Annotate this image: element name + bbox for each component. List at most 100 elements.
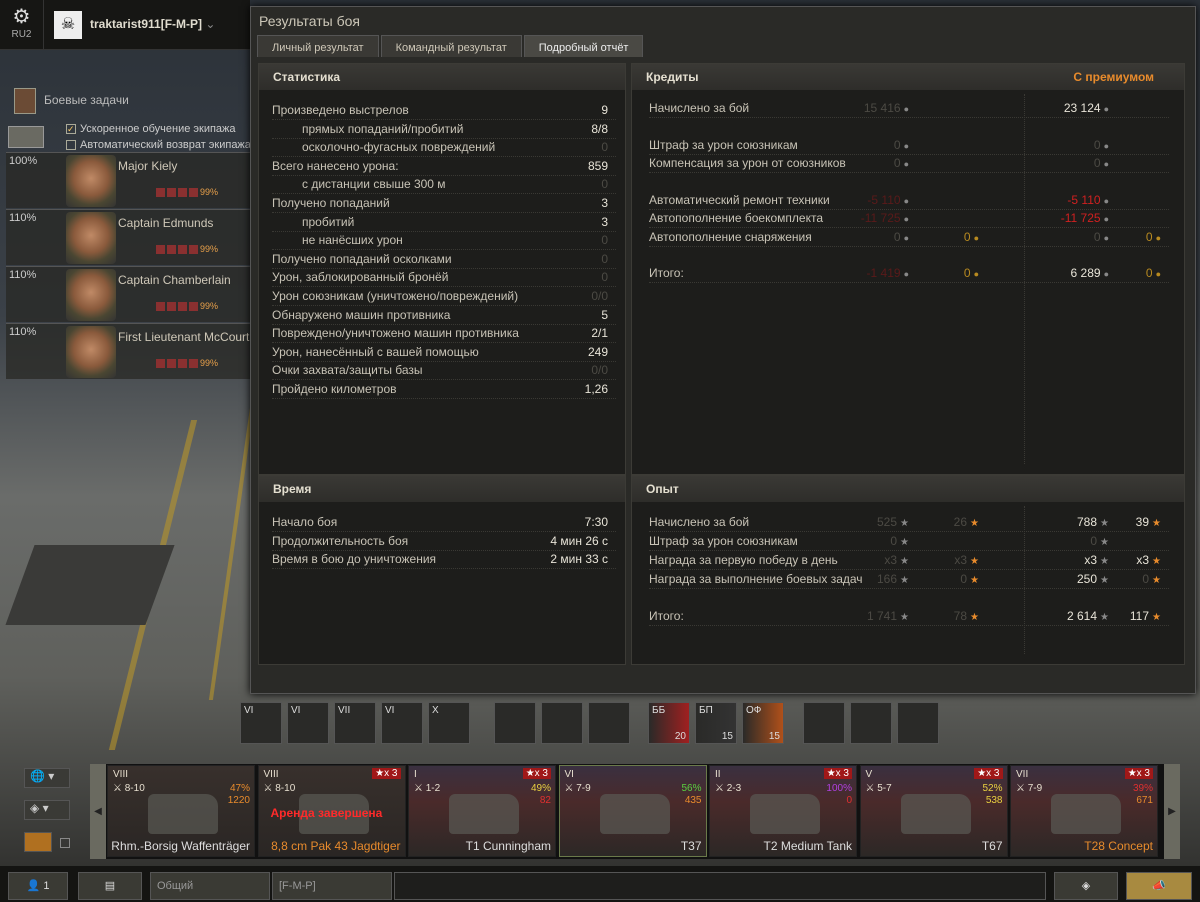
premium-label: С премиумом <box>1073 70 1154 84</box>
battle-levels: ⚔ 1-2 <box>414 783 440 794</box>
filter-checkbox[interactable] <box>60 838 70 848</box>
base-credits-value: -5 110 <box>867 192 901 207</box>
xp-star-icon: ★ <box>900 537 909 548</box>
xp-star-icon: ★ <box>1100 575 1109 586</box>
tank-battles: 1220 <box>227 795 250 806</box>
tier-filter[interactable] <box>24 832 52 852</box>
consumable-slot[interactable] <box>803 702 845 744</box>
carousel-left-arrow[interactable]: ◀ <box>90 764 106 859</box>
battle-levels: ⚔ 2-3 <box>715 783 741 794</box>
ammo-slot[interactable]: БП 15 <box>695 702 737 744</box>
stat-label: Повреждено/уничтожено машин противника <box>272 326 519 341</box>
module-slot[interactable]: X <box>428 702 470 744</box>
crew-button[interactable] <box>8 126 44 148</box>
tank-card[interactable]: V ⚔ 5-7 ★x 3 52% 538 T67 <box>859 765 1008 857</box>
tank-card[interactable]: I ⚔ 1-2 ★x 3 49% 82 T1 Cunningham <box>408 765 556 857</box>
chat-input[interactable] <box>394 872 1046 900</box>
crew-member[interactable]: 110% Captain Edmunds 99% <box>6 209 250 265</box>
crew-member[interactable]: 110% First Lieutenant McCourt 99% <box>6 323 250 379</box>
ammo-type: БП <box>699 705 713 716</box>
settings-button[interactable]: ⚙ RU2 <box>0 0 44 50</box>
consumable-slot[interactable] <box>850 702 892 744</box>
quests-icon <box>14 88 36 114</box>
bottom-bar: 👤 1 ▤ Общий [F-M-P] ◈ 📣 <box>0 866 1200 902</box>
tank-card[interactable]: VII ⚔ 7-9 ★x 3 39% 671 T28 Concept <box>1010 765 1158 857</box>
tank-battles: 671 <box>1136 795 1153 806</box>
credit-row: Начислено за бой 15 416 ● 23 124 ● <box>649 100 1169 118</box>
module-slot[interactable]: VI <box>240 702 282 744</box>
tank-winrate: 49% <box>530 783 551 794</box>
stat-label: не нанёсших урон <box>302 233 403 248</box>
base-credits: 0 ● <box>894 155 909 173</box>
stat-value: 0 <box>601 270 608 285</box>
chat-channel-common[interactable]: Общий <box>150 872 270 900</box>
premium-xp: 0 ★ <box>1090 533 1109 551</box>
premium-xp-value: x3 <box>1084 553 1098 567</box>
ammo-slot[interactable]: ББ 20 <box>648 702 690 744</box>
crossed-swords-icon: ⚔ <box>1016 783 1028 794</box>
ammo-slot[interactable]: ОФ 15 <box>742 702 784 744</box>
chat-channel-clan[interactable]: [F-M-P] <box>272 872 392 900</box>
equipment-slot[interactable] <box>494 702 536 744</box>
stat-row: Обнаружено машин противника 5 <box>272 307 616 325</box>
crew-member[interactable]: 110% Captain Chamberlain 99% <box>6 266 250 322</box>
tank-card[interactable]: VIII ⚔ 8-10 ★x 3 Аренда завершена 8,8 cm Pak… <box>257 765 406 857</box>
username[interactable]: traktarist911[F-M-P] ⌄ <box>90 17 215 31</box>
tab-personal[interactable]: Личный результат <box>257 35 379 57</box>
credits-icon: ● <box>903 232 909 243</box>
xp-row: Награда за первую победу в день x3 ★ x3 ★ x3 ★… <box>649 552 1169 570</box>
stat-row: с дистанции свыше 300 м 0 <box>272 176 616 195</box>
crossed-swords-icon: ⚔ <box>113 783 125 794</box>
base-free-xp: 78 ★ <box>954 608 979 626</box>
consumable-slot[interactable] <box>897 702 939 744</box>
tab-team[interactable]: Командный результат <box>380 35 522 57</box>
skill-icon <box>167 302 176 312</box>
tank-card[interactable]: VI ⚔ 7-9 56% 435 T37 <box>558 765 707 857</box>
crew-name: Major Kiely <box>118 159 178 173</box>
module-slot[interactable]: VII <box>334 702 376 744</box>
tab-detailed[interactable]: Подробный отчёт <box>523 35 644 57</box>
time-panel: Время Начало боя 7:30 Продолжительность бо… <box>258 475 626 665</box>
equipment-slot[interactable] <box>588 702 630 744</box>
clan-emblem: ☠ <box>54 11 82 39</box>
nation-filter[interactable]: 🌐 ▾ <box>24 768 70 788</box>
credits-icon: ● <box>1103 159 1109 169</box>
credits-header: Кредиты С премиумом <box>632 64 1184 90</box>
tank-card[interactable]: VIII ⚔ 8-10 47% 1220 Rhm.-Borsig Waffenträge… <box>107 765 255 857</box>
module-tier: VI <box>385 705 395 716</box>
carousel-right-arrow[interactable]: ▶ <box>1164 764 1180 859</box>
notifications-button[interactable]: 📣 <box>1126 872 1192 900</box>
credit-row: Компенсация за урон от союзников 0 ● 0 ● <box>649 155 1169 173</box>
crew-name: Captain Chamberlain <box>118 273 231 287</box>
module-slot[interactable]: VI <box>381 702 423 744</box>
experience-title: Опыт <box>632 476 1184 502</box>
credits-icon: ● <box>903 159 909 169</box>
crossed-swords-icon: ⚔ <box>263 783 276 794</box>
tank-name: T1 Cunningham <box>465 839 551 853</box>
fortress-button[interactable]: ◈ <box>1054 872 1118 900</box>
premium-free-xp-value: 117 <box>1129 609 1150 623</box>
skill-icon <box>178 245 187 255</box>
stat-label: Урон, заблокированный бронёй <box>272 270 449 285</box>
tank-tier: I <box>414 769 417 780</box>
gear-icon: ⚙ <box>12 6 31 28</box>
tank-card[interactable]: II ⚔ 2-3 ★x 3 100% 0 T2 Medium Tank <box>709 765 857 857</box>
module-slot[interactable]: VI <box>287 702 329 744</box>
type-filter[interactable]: ◈ ▾ <box>24 800 70 820</box>
stat-value: 1,26 <box>584 382 608 396</box>
contacts-button[interactable]: ▤ <box>78 872 142 900</box>
premium-xp-value: 788 <box>1077 515 1098 529</box>
stat-row: Урон, нанесённый с вашей помощью 249 <box>272 344 616 362</box>
crew-member[interactable]: 100% Major Kiely 99% <box>6 152 250 208</box>
accelerated-training-checkbox[interactable]: ✓ Ускоренное обучение экипажа <box>66 123 236 135</box>
base-xp-value: 0 <box>890 534 898 548</box>
skill-icon <box>178 188 187 198</box>
auto-return-checkbox[interactable]: Автоматический возврат экипажа <box>66 139 251 151</box>
checkbox-label: Автоматический возврат экипажа <box>80 139 251 151</box>
battle-quests-button[interactable]: Боевые задачи <box>14 88 129 114</box>
base-gold-value: 0 <box>963 229 971 244</box>
stat-label: Получено попаданий осколками <box>272 251 452 266</box>
online-players-button[interactable]: 👤 1 <box>8 872 68 900</box>
equipment-slot[interactable] <box>541 702 583 744</box>
double-xp-badge: ★x 3 <box>1124 768 1153 779</box>
